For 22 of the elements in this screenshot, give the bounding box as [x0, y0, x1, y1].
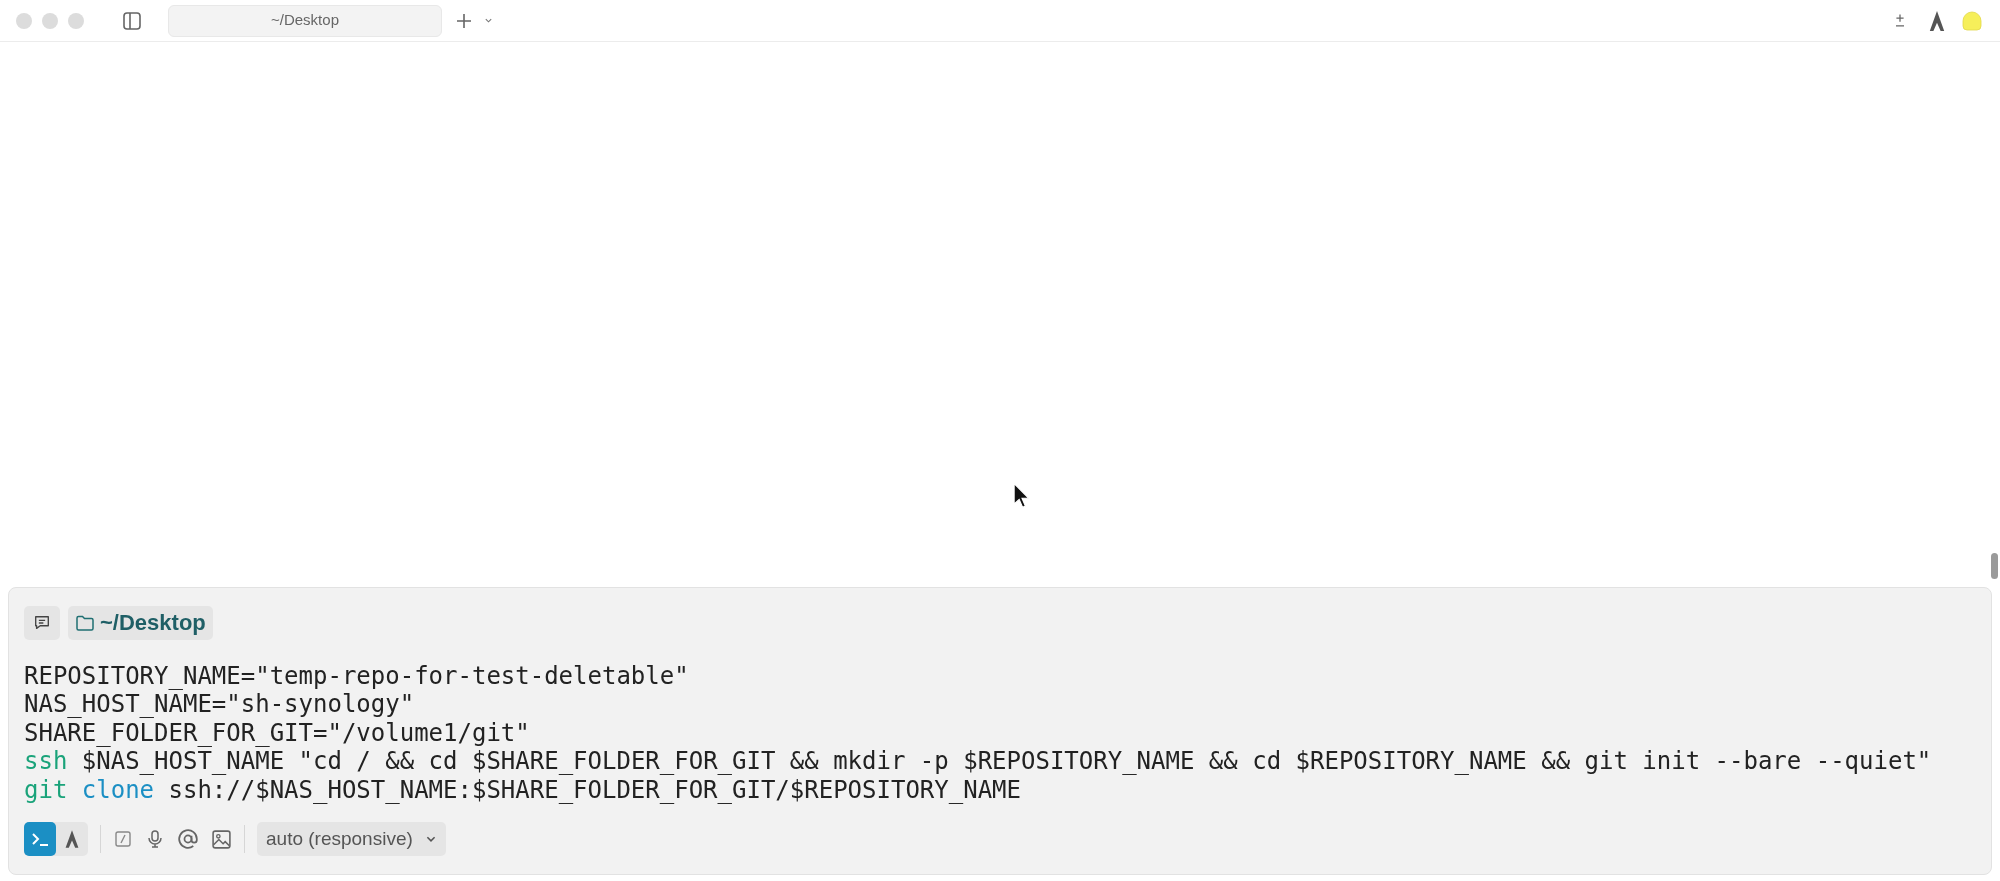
- scrollbar-thumb[interactable]: [1991, 552, 1998, 579]
- image-icon[interactable]: [211, 828, 232, 850]
- a-logo-icon: [1928, 9, 1946, 32]
- slash-command-icon[interactable]: [113, 829, 133, 849]
- code-line: NAS_HOST_NAME="sh-synology": [24, 690, 416, 719]
- terminal-mode-button[interactable]: [24, 822, 56, 856]
- comment-button[interactable]: [24, 605, 60, 640]
- code-line: SHARE_FOLDER_FOR_GIT="/volume1/git": [24, 718, 531, 747]
- speech-bubble-icon: [33, 613, 51, 632]
- code-line: ssh $NAS_HOST_NAME "cd / && cd $SHARE_FOLDER_FOR_GIT && mkdir -p $REPOSITORY_NAME && cd $REPOSITORY_NAME && git init --bare --quiet": [24, 747, 1933, 776]
- directory-label: ~/Desktop: [100, 609, 206, 637]
- chevron-down-icon[interactable]: [484, 16, 493, 25]
- model-dropdown[interactable]: auto (responsive): [257, 822, 446, 856]
- mouse-pointer-icon: [1013, 482, 1031, 510]
- microphone-icon[interactable]: [145, 828, 165, 850]
- directory-chip[interactable]: ~/Desktop: [68, 605, 213, 640]
- code-line: git clone ssh://$NAS_HOST_NAME:$SHARE_FOLDER_FOR_GIT/$REPOSITORY_NAME: [24, 775, 1022, 804]
- code-line: REPOSITORY_NAME="temp-repo-for-test-deletable": [24, 661, 690, 690]
- terminal-tab[interactable]: ~/Desktop: [168, 4, 442, 37]
- a-logo-icon: [64, 829, 80, 849]
- sidebar-icon[interactable]: [122, 10, 142, 31]
- at-sign-icon[interactable]: [177, 828, 199, 850]
